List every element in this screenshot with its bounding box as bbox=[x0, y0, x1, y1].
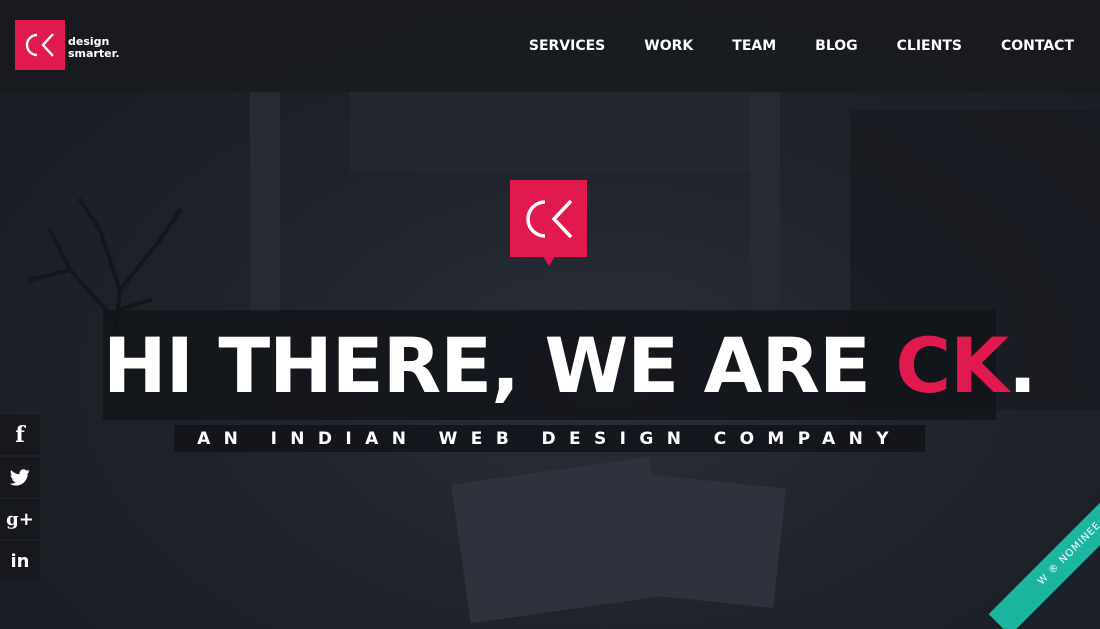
hero-logo-icon bbox=[510, 180, 587, 266]
twitter-icon[interactable] bbox=[0, 457, 40, 497]
google-plus-icon[interactable]: g+ bbox=[0, 499, 40, 539]
nominee-ribbon-label: W ® NOMINEE bbox=[988, 479, 1100, 629]
nav-item-contact[interactable]: CONTACT bbox=[1001, 38, 1074, 54]
headline-suffix: . bbox=[1008, 321, 1037, 410]
linkedin-icon[interactable]: in bbox=[0, 541, 40, 581]
nav-item-clients[interactable]: CLIENTS bbox=[897, 38, 962, 54]
hero-headline: HI THERE, WE ARE CK. bbox=[103, 318, 1037, 414]
logo-tagline: design smarter. bbox=[68, 36, 120, 60]
facebook-icon[interactable]: f bbox=[0, 415, 40, 455]
tagline-line-2: smarter. bbox=[68, 47, 120, 60]
site-logo[interactable]: design smarter. bbox=[15, 20, 120, 70]
nav-item-services[interactable]: SERVICES bbox=[529, 38, 605, 54]
headline-accent: CK bbox=[895, 321, 1009, 410]
nominee-ribbon[interactable]: W ® NOMINEE bbox=[950, 479, 1100, 629]
speech-tail-icon bbox=[543, 256, 555, 266]
hero-subheadline: AN INDIAN WEB DESIGN COMPANY bbox=[197, 429, 902, 449]
social-sidebar: f g+ in bbox=[0, 415, 40, 583]
ck-logo-icon bbox=[15, 20, 65, 70]
main-nav: SERVICES WORK TEAM BLOG CLIENTS CONTACT bbox=[490, 38, 1074, 54]
nav-item-work[interactable]: WORK bbox=[644, 38, 693, 54]
site-header: design smarter. SERVICES WORK TEAM BLOG … bbox=[0, 0, 1100, 92]
nav-item-team[interactable]: TEAM bbox=[732, 38, 776, 54]
headline-prefix: HI THERE, WE ARE bbox=[103, 321, 896, 410]
nav-item-blog[interactable]: BLOG bbox=[815, 38, 858, 54]
